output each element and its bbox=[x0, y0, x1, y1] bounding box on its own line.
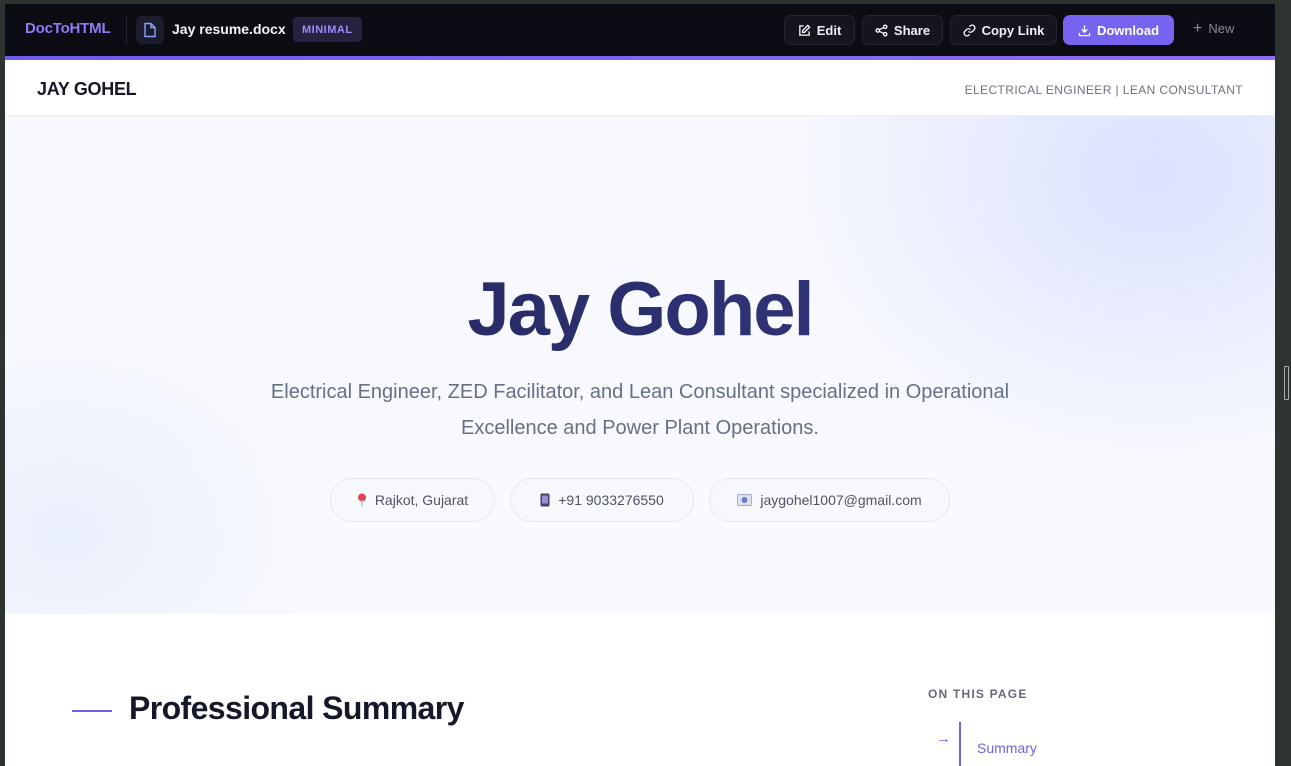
download-icon bbox=[1078, 24, 1091, 36]
share-label: Share bbox=[893, 22, 931, 38]
resize-handle[interactable] bbox=[1284, 366, 1289, 400]
toc-active-indicator bbox=[959, 722, 961, 766]
pin-icon bbox=[357, 493, 366, 507]
download-label: Download bbox=[1096, 22, 1160, 38]
plus-icon: + bbox=[1193, 20, 1203, 37]
new-button[interactable]: + New bbox=[1193, 20, 1235, 37]
theme-badge: MINIMAL bbox=[293, 17, 362, 42]
share-button[interactable]: Share bbox=[862, 15, 943, 45]
section-accent-line bbox=[72, 710, 112, 712]
share-icon bbox=[875, 23, 888, 37]
toc-heading: ON THIS PAGE bbox=[928, 687, 1028, 701]
edit-label: Edit bbox=[816, 22, 842, 38]
section-title: Professional Summary bbox=[129, 690, 464, 726]
hero-subtitle: Electrical Engineer, ZED Facilitator, an… bbox=[270, 381, 1010, 439]
top-toolbar: DocToHTML Jay resume.docx MINIMAL Edit S… bbox=[5, 4, 1275, 56]
file-icon bbox=[136, 16, 164, 44]
file-name: Jay resume.docx bbox=[172, 21, 286, 37]
hero-title: Jay Gohel bbox=[5, 266, 1275, 353]
email-chip: jaygohel1007@gmail.com bbox=[709, 478, 950, 522]
edit-icon bbox=[798, 23, 811, 36]
location-text: Rajkot, Gujarat bbox=[374, 492, 469, 508]
email-text: jaygohel1007@gmail.com bbox=[760, 492, 922, 508]
download-button[interactable]: Download bbox=[1063, 15, 1174, 45]
new-label: New bbox=[1208, 21, 1235, 36]
phone-icon bbox=[540, 493, 550, 507]
content-area: Professional Summary ON THIS PAGE → Summ… bbox=[5, 614, 1275, 766]
arrow-right-icon: → bbox=[936, 730, 951, 747]
header-role: ELECTRICAL ENGINEER | LEAN CONSULTANT bbox=[964, 83, 1243, 97]
phone-chip: +91 9033276550 bbox=[510, 478, 694, 522]
copy-link-label: Copy Link bbox=[981, 22, 1045, 38]
phone-text: +91 9033276550 bbox=[558, 492, 664, 508]
resume-header: JAY GOHEL ELECTRICAL ENGINEER | LEAN CON… bbox=[5, 60, 1275, 116]
hero-section: Jay Gohel Electrical Engineer, ZED Facil… bbox=[5, 116, 1275, 614]
app-window: DocToHTML Jay resume.docx MINIMAL Edit S… bbox=[5, 4, 1275, 766]
copy-link-button[interactable]: Copy Link bbox=[950, 15, 1057, 45]
edit-button[interactable]: Edit bbox=[784, 15, 855, 45]
toc-item-summary[interactable]: Summary bbox=[977, 740, 1037, 756]
link-icon bbox=[963, 24, 976, 36]
header-name: JAY GOHEL bbox=[37, 79, 137, 99]
app-logo[interactable]: DocToHTML bbox=[25, 20, 111, 37]
email-icon bbox=[737, 494, 753, 506]
toolbar-divider bbox=[126, 16, 127, 44]
location-chip: Rajkot, Gujarat bbox=[330, 478, 495, 522]
